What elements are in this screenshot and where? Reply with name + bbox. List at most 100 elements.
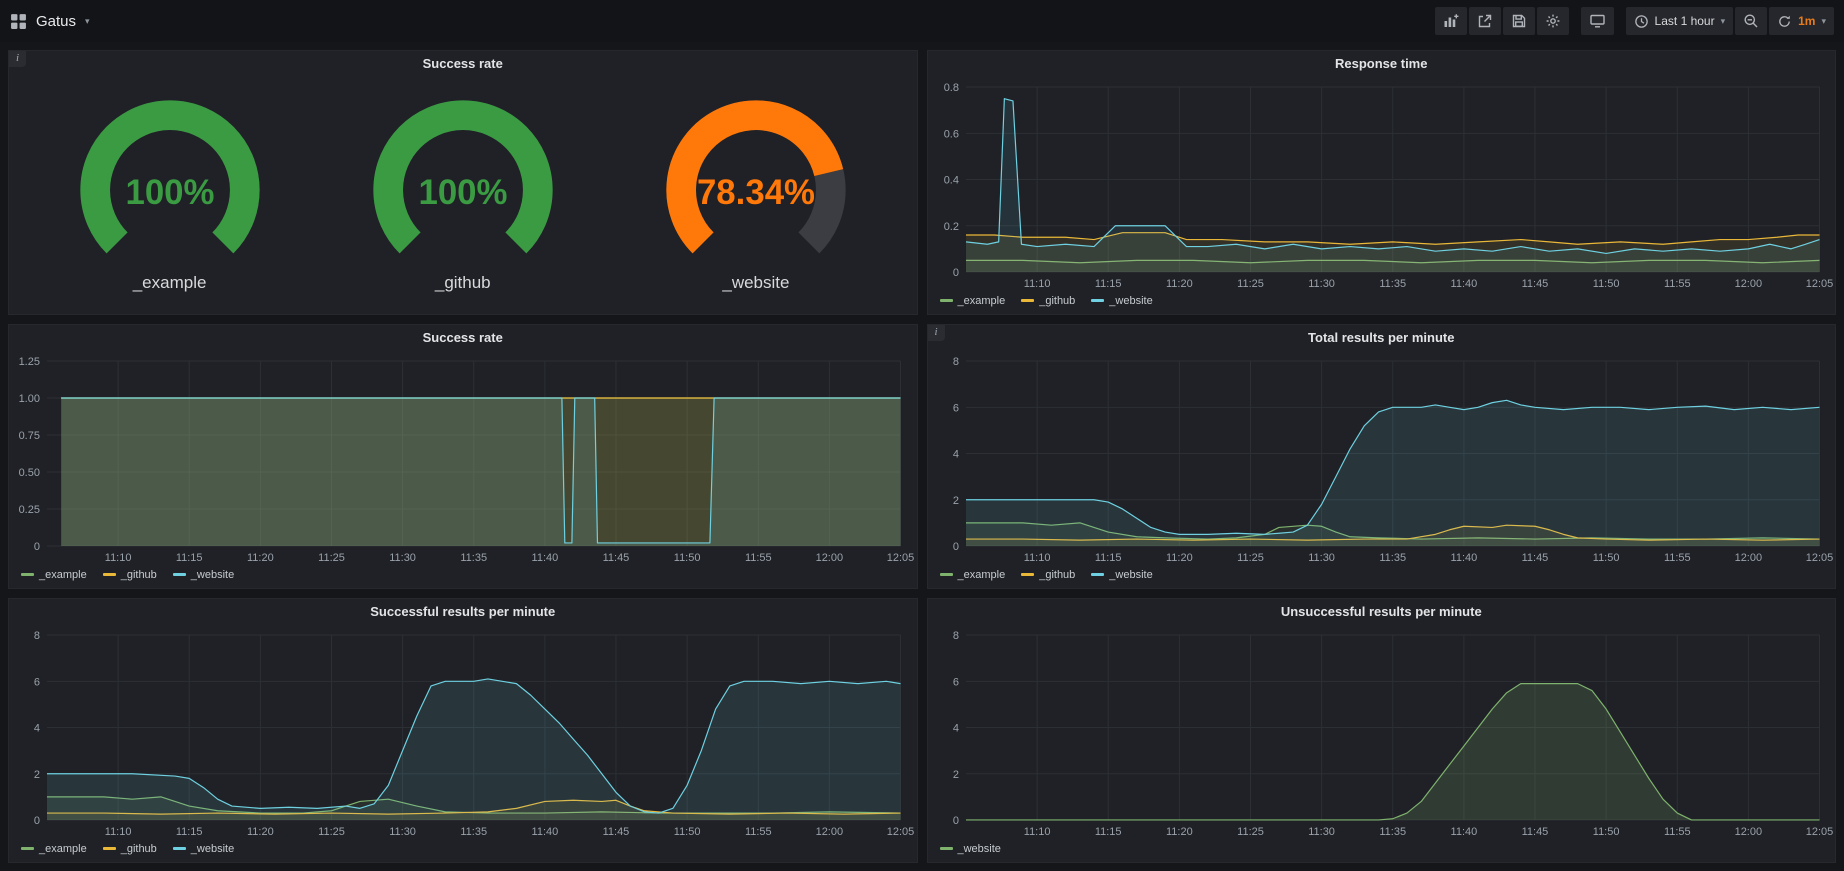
gear-icon (1545, 13, 1561, 29)
legend-label: _example (958, 295, 1006, 307)
panel-info-icon[interactable] (928, 325, 945, 341)
x-axis-tick-label: 11:45 (603, 826, 630, 838)
panel-title[interactable]: Total results per minute (928, 325, 1836, 351)
x-axis-tick-label: 12:05 (887, 826, 915, 838)
chart-legend: _example _github _website (9, 566, 917, 588)
panel-title[interactable]: Successful results per minute (9, 599, 917, 625)
legend-swatch (173, 573, 186, 576)
x-axis-tick-label: 11:30 (389, 826, 416, 838)
legend-swatch (940, 299, 953, 302)
legend-swatch (173, 847, 186, 850)
series-area-_website (965, 400, 1819, 546)
chart-legend: _example _github _website (928, 566, 1836, 588)
x-axis-tick-label: 11:55 (1663, 278, 1690, 290)
legend-item-_github[interactable]: _github (1021, 295, 1075, 307)
gauge-_example: 100%_example (23, 92, 316, 293)
legend-label: _example (39, 569, 87, 581)
tv-mode-button[interactable] (1581, 7, 1614, 35)
legend-item-_website[interactable]: _website (940, 843, 1001, 855)
legend-item-_github[interactable]: _github (103, 569, 157, 581)
refresh-button[interactable]: 1m (1769, 7, 1834, 35)
gauge-_website: 78.34%_website (609, 92, 902, 293)
x-axis-tick-label: 11:40 (1450, 826, 1477, 838)
legend-swatch (940, 573, 953, 576)
panel-success-rate-graph: Success rate 11:1011:1511:2011:2511:3011… (8, 324, 918, 589)
legend-label: _website (191, 843, 234, 855)
legend-item-_example[interactable]: _example (21, 569, 87, 581)
panel-title[interactable]: Success rate (9, 325, 917, 351)
x-axis-tick-label: 12:00 (1734, 826, 1762, 838)
add-panel-button[interactable] (1435, 7, 1467, 35)
legend-item-_example[interactable]: _example (940, 295, 1006, 307)
x-axis-tick-label: 11:35 (460, 552, 487, 564)
save-button[interactable] (1503, 7, 1535, 35)
legend-item-_github[interactable]: _github (103, 843, 157, 855)
legend-item-_example[interactable]: _example (940, 569, 1006, 581)
y-axis-tick-label: 1.25 (19, 356, 40, 368)
successful-results-chart[interactable]: 11:1011:1511:2011:2511:3011:3511:4011:45… (9, 625, 917, 840)
x-axis-tick-label: 11:15 (1094, 278, 1121, 290)
gauge-value: 100% (418, 173, 507, 212)
x-axis-tick-label: 12:00 (1734, 552, 1762, 564)
x-axis-tick-label: 11:20 (1166, 826, 1193, 838)
x-axis-tick-label: 11:35 (1379, 278, 1406, 290)
legend-item-_website[interactable]: _website (1091, 569, 1152, 581)
legend-swatch (21, 847, 34, 850)
x-axis-tick-label: 11:15 (176, 826, 203, 838)
legend-item-_website[interactable]: _website (173, 569, 234, 581)
share-button[interactable] (1469, 7, 1501, 35)
legend-label: _github (121, 569, 157, 581)
unsuccessful-results-chart[interactable]: 11:1011:1511:2011:2511:3011:3511:4011:45… (928, 625, 1836, 840)
y-axis-tick-label: 0.50 (19, 467, 40, 479)
x-axis-tick-label: 11:55 (745, 826, 772, 838)
y-axis-tick-label: 6 (952, 676, 958, 688)
series-area-_website (47, 679, 901, 820)
zoom-out-button[interactable] (1735, 7, 1767, 35)
panel-title[interactable]: Success rate (9, 51, 917, 77)
panel-title[interactable]: Response time (928, 51, 1836, 77)
apps-icon[interactable] (10, 13, 27, 30)
legend-swatch (103, 847, 116, 850)
y-axis-tick-label: 0 (952, 267, 958, 279)
gauge-value: 100% (125, 173, 214, 212)
legend-swatch (1021, 299, 1034, 302)
legend-item-_github[interactable]: _github (1021, 569, 1075, 581)
legend-item-_example[interactable]: _example (21, 843, 87, 855)
chart-legend: _website (928, 840, 1836, 862)
success-rate-chart[interactable]: 11:1011:1511:2011:2511:3011:3511:4011:45… (9, 351, 917, 566)
x-axis-tick-label: 12:00 (816, 826, 844, 838)
add-panel-icon (1443, 13, 1459, 29)
x-axis-tick-label: 11:50 (1592, 552, 1619, 564)
x-axis-tick-label: 11:35 (1379, 552, 1406, 564)
share-icon (1477, 13, 1493, 29)
x-axis-tick-label: 12:00 (816, 552, 844, 564)
dashboard-title[interactable]: Gatus (36, 13, 76, 30)
x-axis-tick-label: 11:30 (1308, 278, 1335, 290)
response-time-chart[interactable]: 11:1011:1511:2011:2511:3011:3511:4011:45… (928, 77, 1836, 292)
x-axis-tick-label: 11:50 (1592, 278, 1619, 290)
y-axis-tick-label: 0 (34, 815, 40, 827)
x-axis-tick-label: 11:50 (674, 826, 701, 838)
legend-label: _website (958, 843, 1001, 855)
dashboard-caret-icon[interactable] (85, 17, 90, 26)
y-axis-tick-label: 0.2 (943, 221, 958, 233)
x-axis-tick-label: 11:10 (1023, 826, 1050, 838)
x-axis-tick-label: 12:05 (1805, 278, 1833, 290)
time-range-button[interactable]: Last 1 hour (1626, 7, 1734, 35)
panel-successful-results: Successful results per minute 11:1011:15… (8, 598, 918, 863)
total-results-chart[interactable]: 11:1011:1511:2011:2511:3011:3511:4011:45… (928, 351, 1836, 566)
x-axis-tick-label: 11:15 (1094, 552, 1121, 564)
panel-info-icon[interactable] (9, 51, 26, 67)
y-axis-tick-label: 6 (34, 676, 40, 688)
panel-title[interactable]: Unsuccessful results per minute (928, 599, 1836, 625)
legend-swatch (1021, 573, 1034, 576)
legend-swatch (1091, 299, 1104, 302)
gauge-svg-_example: 100% (41, 92, 299, 273)
legend-item-_website[interactable]: _website (1091, 295, 1152, 307)
legend-item-_website[interactable]: _website (173, 843, 234, 855)
navbar: Gatus Last 1 hour 1m (0, 0, 1844, 42)
legend-label: _example (958, 569, 1006, 581)
legend-label: _website (191, 569, 234, 581)
y-axis-tick-label: 4 (952, 723, 958, 735)
settings-button[interactable] (1537, 7, 1569, 35)
